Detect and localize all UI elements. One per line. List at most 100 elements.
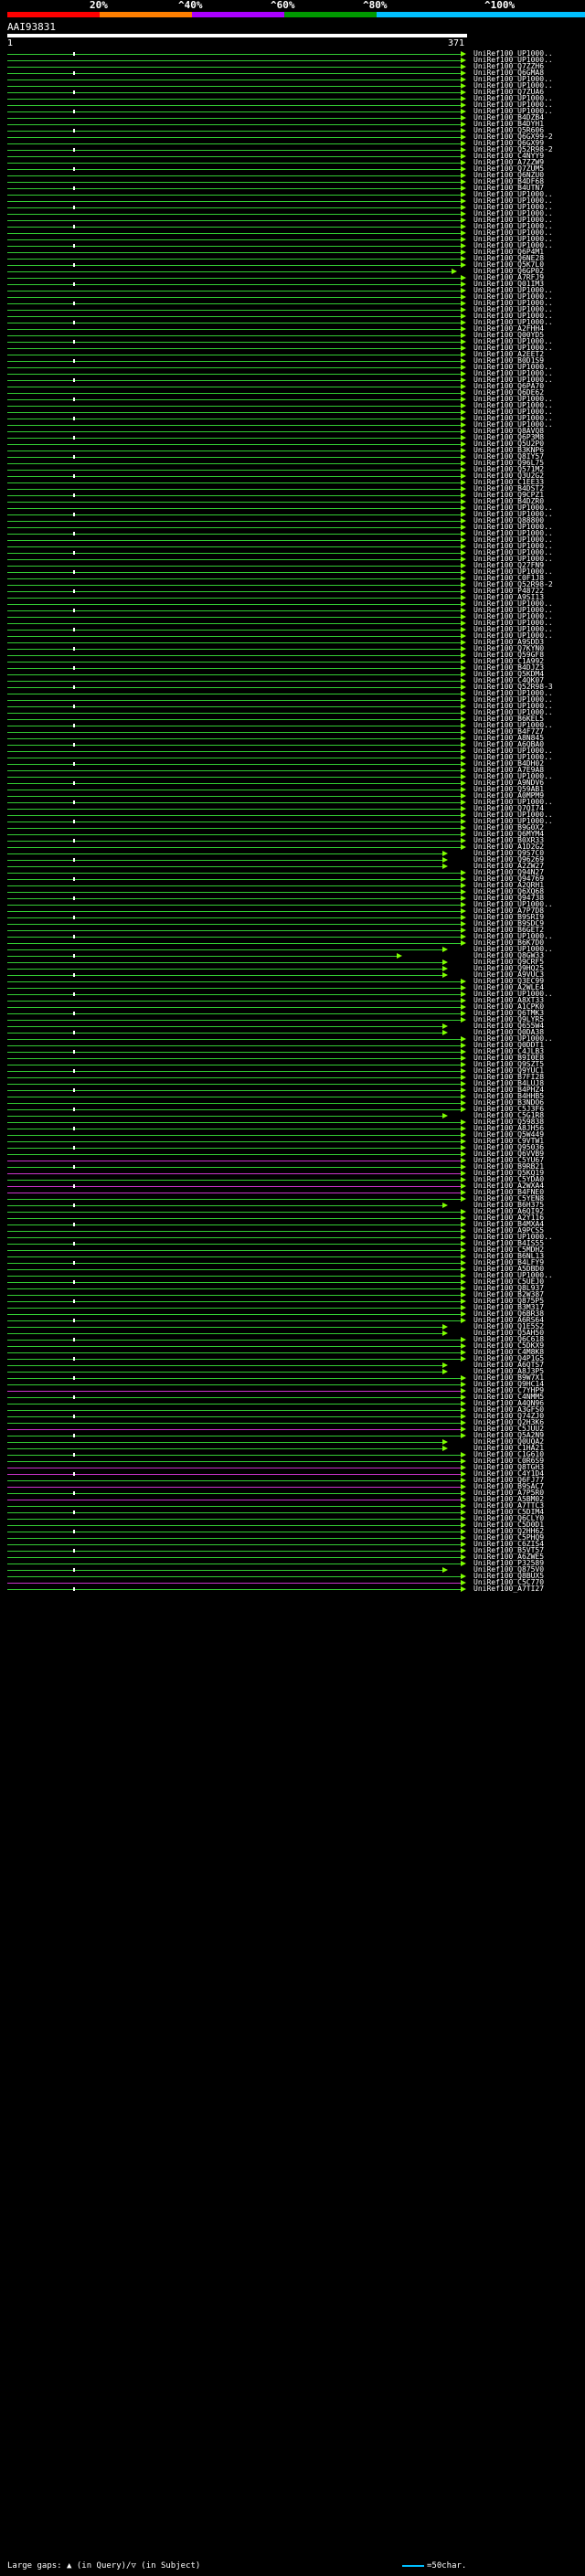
hit-line[interactable] [7,1519,463,1520]
hit-line[interactable] [7,265,463,266]
hit-line[interactable] [7,885,463,886]
hit-line[interactable] [7,988,463,989]
hit-line[interactable] [7,604,463,605]
hit-line[interactable] [7,1506,463,1507]
hit-line[interactable] [7,1429,463,1430]
hit-line[interactable] [7,617,463,618]
hit-line[interactable] [7,412,463,413]
hit-line[interactable] [7,246,463,247]
hit-line[interactable] [7,1077,463,1078]
hit-line[interactable] [7,1352,463,1353]
hit-line[interactable] [7,1576,463,1577]
hit-line[interactable] [7,303,463,304]
hit-line[interactable] [7,796,463,797]
hit-line[interactable] [7,1090,463,1091]
hit-line[interactable] [7,1039,463,1040]
hit-line[interactable] [7,527,463,528]
hit-line[interactable] [7,1365,444,1366]
hit-line[interactable] [7,610,463,611]
hit-line[interactable] [7,1410,463,1411]
hit-line[interactable] [7,937,463,938]
hit-line[interactable] [7,92,463,93]
hit-line[interactable] [7,828,463,829]
hit-line[interactable] [7,1135,463,1136]
hit-line[interactable] [7,1224,463,1225]
hit-line[interactable] [7,738,463,739]
hit-line[interactable] [7,668,463,669]
hit-line[interactable] [7,1557,463,1558]
hit-line[interactable] [7,156,463,157]
hit-line[interactable] [7,1141,463,1142]
hit-line[interactable] [7,898,463,899]
hit-line[interactable] [7,777,463,778]
hit-line[interactable] [7,1474,463,1475]
hit-line[interactable] [7,962,444,963]
hit-line[interactable] [7,482,463,483]
hit-line[interactable] [7,1525,463,1526]
hit-line[interactable] [7,182,463,183]
hit-line[interactable] [7,892,463,893]
hit-line[interactable] [7,131,463,132]
hit-line[interactable] [7,745,463,746]
hit-line[interactable] [7,489,463,490]
hit-line[interactable] [7,1122,463,1123]
hit-line[interactable] [7,214,463,215]
hit-line[interactable] [7,1372,444,1373]
hit-line[interactable] [7,1186,463,1187]
hit-line[interactable] [7,310,463,311]
hit-label[interactable]: UniRef100_A7TI27 [473,1585,544,1593]
hit-line[interactable] [7,1359,463,1360]
hit-line[interactable] [7,559,463,560]
hit-line[interactable] [7,949,444,950]
hit-line[interactable] [7,1237,463,1238]
hit-line[interactable] [7,431,463,432]
hit-line[interactable] [7,207,463,208]
hit-line[interactable] [7,623,463,624]
hit-line[interactable] [7,1263,463,1264]
hit-line[interactable] [7,105,463,106]
hit-line[interactable] [7,239,463,240]
hit-line[interactable] [7,1116,444,1117]
hit-line[interactable] [7,233,463,234]
hit-line[interactable] [7,1288,463,1289]
hit-line[interactable] [7,188,463,189]
hit-line[interactable] [7,1538,463,1539]
hit-line[interactable] [7,1218,463,1219]
hit-line[interactable] [7,1384,463,1385]
hit-line[interactable] [7,1448,444,1449]
hit-line[interactable] [7,502,463,503]
hit-line[interactable] [7,470,463,471]
hit-line[interactable] [7,143,463,144]
hit-line[interactable] [7,374,463,375]
hit-line[interactable] [7,1442,444,1443]
hit-line[interactable] [7,764,463,765]
hit-line[interactable] [7,674,463,675]
hit-line[interactable] [7,195,463,196]
hit-line[interactable] [7,1397,463,1398]
hit-row[interactable]: UniRef100_A7TI27 [0,1585,585,1593]
hit-line[interactable] [7,316,463,317]
hit-line[interactable] [7,1212,463,1213]
hit-line[interactable] [7,137,463,138]
hit-line[interactable] [7,380,463,381]
hit-line[interactable] [7,514,463,515]
hit-line[interactable] [7,713,463,714]
hit-line[interactable] [7,911,463,912]
hit-line[interactable] [7,847,463,848]
hit-line[interactable] [7,815,463,816]
hit-line[interactable] [7,1589,463,1590]
hit-line[interactable] [7,457,463,458]
hit-line[interactable] [7,873,463,874]
hit-line[interactable] [7,1244,463,1245]
hit-line[interactable] [7,1404,463,1405]
hit-line[interactable] [7,1071,463,1072]
hit-line[interactable] [7,99,463,100]
hit-line[interactable] [7,1180,463,1181]
hit-line[interactable] [7,1340,463,1341]
hit-line[interactable] [7,1020,463,1021]
hit-line[interactable] [7,687,463,688]
hit-line[interactable] [7,866,444,867]
hit-line[interactable] [7,598,463,599]
hit-line[interactable] [7,905,463,906]
hit-line[interactable] [7,1052,463,1053]
